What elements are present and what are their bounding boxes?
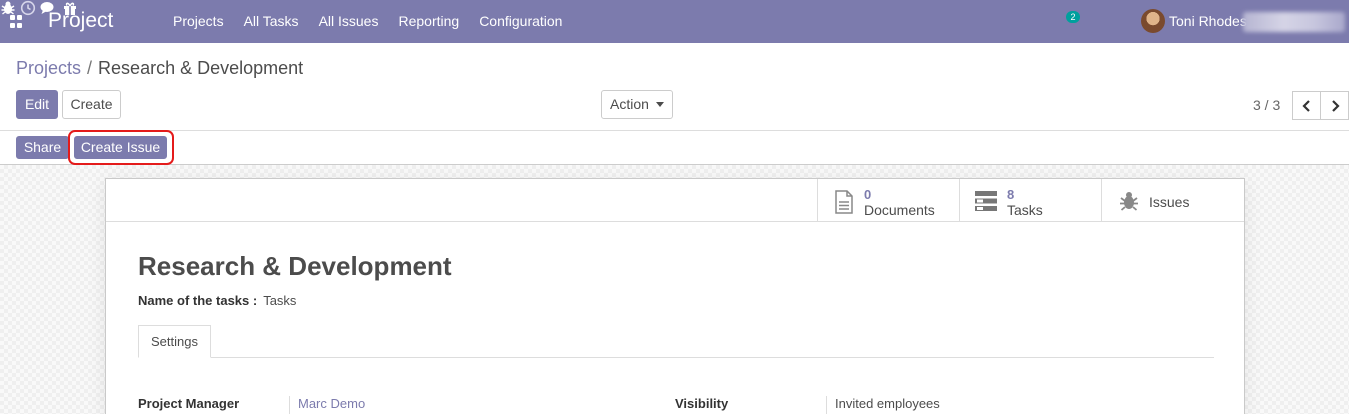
edit-button[interactable]: Edit: [16, 90, 58, 119]
user-avatar[interactable]: [1141, 9, 1165, 33]
tasks-icon: [975, 191, 997, 211]
tasks-smart-button[interactable]: 8 Tasks: [959, 179, 1101, 222]
create-button[interactable]: Create: [62, 90, 121, 119]
tab-divider: [138, 357, 1214, 358]
pager-value[interactable]: 3 / 3: [1253, 97, 1280, 113]
task-name-field: Name of the tasks : Tasks: [138, 293, 296, 308]
caret-down-icon: [655, 102, 664, 107]
action-label: Action: [610, 96, 649, 112]
breadcrumb: Projects / Research & Development: [16, 58, 303, 79]
chevron-right-icon: [1332, 100, 1340, 112]
menu-item-reporting[interactable]: Reporting: [398, 0, 459, 43]
menu-item-projects[interactable]: Projects: [173, 0, 224, 43]
task-name-value[interactable]: Tasks: [263, 293, 296, 308]
app-brand[interactable]: Project: [48, 9, 113, 33]
chevron-left-icon: [1302, 100, 1310, 112]
pager-next-button[interactable]: [1320, 91, 1349, 120]
tasks-count: 8: [1007, 187, 1015, 202]
project-manager-label: Project Manager: [138, 396, 240, 411]
tasks-label: Tasks: [1007, 202, 1043, 218]
tab-settings[interactable]: Settings: [138, 325, 211, 358]
breadcrumb-separator: /: [87, 58, 93, 78]
apps-menu-icon[interactable]: [10, 15, 23, 28]
form-sheet: 0 Documents 8 Tasks Issues Research & De…: [105, 178, 1245, 414]
menu-item-all-tasks[interactable]: All Tasks: [244, 0, 299, 43]
menu-item-configuration[interactable]: Configuration: [479, 0, 562, 43]
bug-icon: [1120, 192, 1138, 211]
main-menu: Projects All Tasks All Issues Reporting …: [173, 0, 582, 43]
top-navbar: Project Projects All Tasks All Issues Re…: [0, 0, 1349, 43]
documents-smart-button[interactable]: 0 Documents: [817, 179, 959, 222]
visibility-value[interactable]: Invited employees: [826, 396, 940, 414]
documents-count: 0: [864, 187, 872, 202]
visibility-label: Visibility: [675, 396, 729, 411]
share-button[interactable]: Share: [16, 136, 69, 159]
documents-label: Documents: [864, 202, 935, 218]
pager-previous-button[interactable]: [1292, 91, 1321, 120]
issues-label: Issues: [1149, 194, 1190, 210]
project-manager-value[interactable]: Marc Demo: [289, 396, 365, 414]
task-name-label: Name of the tasks :: [138, 293, 258, 308]
issues-smart-button[interactable]: Issues: [1101, 179, 1244, 222]
form-statusbar: [0, 131, 1349, 165]
action-dropdown[interactable]: Action: [601, 90, 673, 119]
user-name[interactable]: Toni Rhodes: [1169, 13, 1247, 29]
menu-item-all-issues[interactable]: All Issues: [319, 0, 379, 43]
redacted-database-name: [1243, 12, 1345, 32]
message-count-badge: 2: [1066, 11, 1080, 23]
document-icon: [835, 190, 853, 214]
highlight-box: [68, 130, 174, 165]
breadcrumb-current: Research & Development: [98, 58, 304, 78]
breadcrumb-projects[interactable]: Projects: [16, 58, 81, 78]
smart-button-box: 0 Documents 8 Tasks Issues: [106, 179, 1244, 222]
record-title[interactable]: Research & Development: [138, 251, 452, 282]
